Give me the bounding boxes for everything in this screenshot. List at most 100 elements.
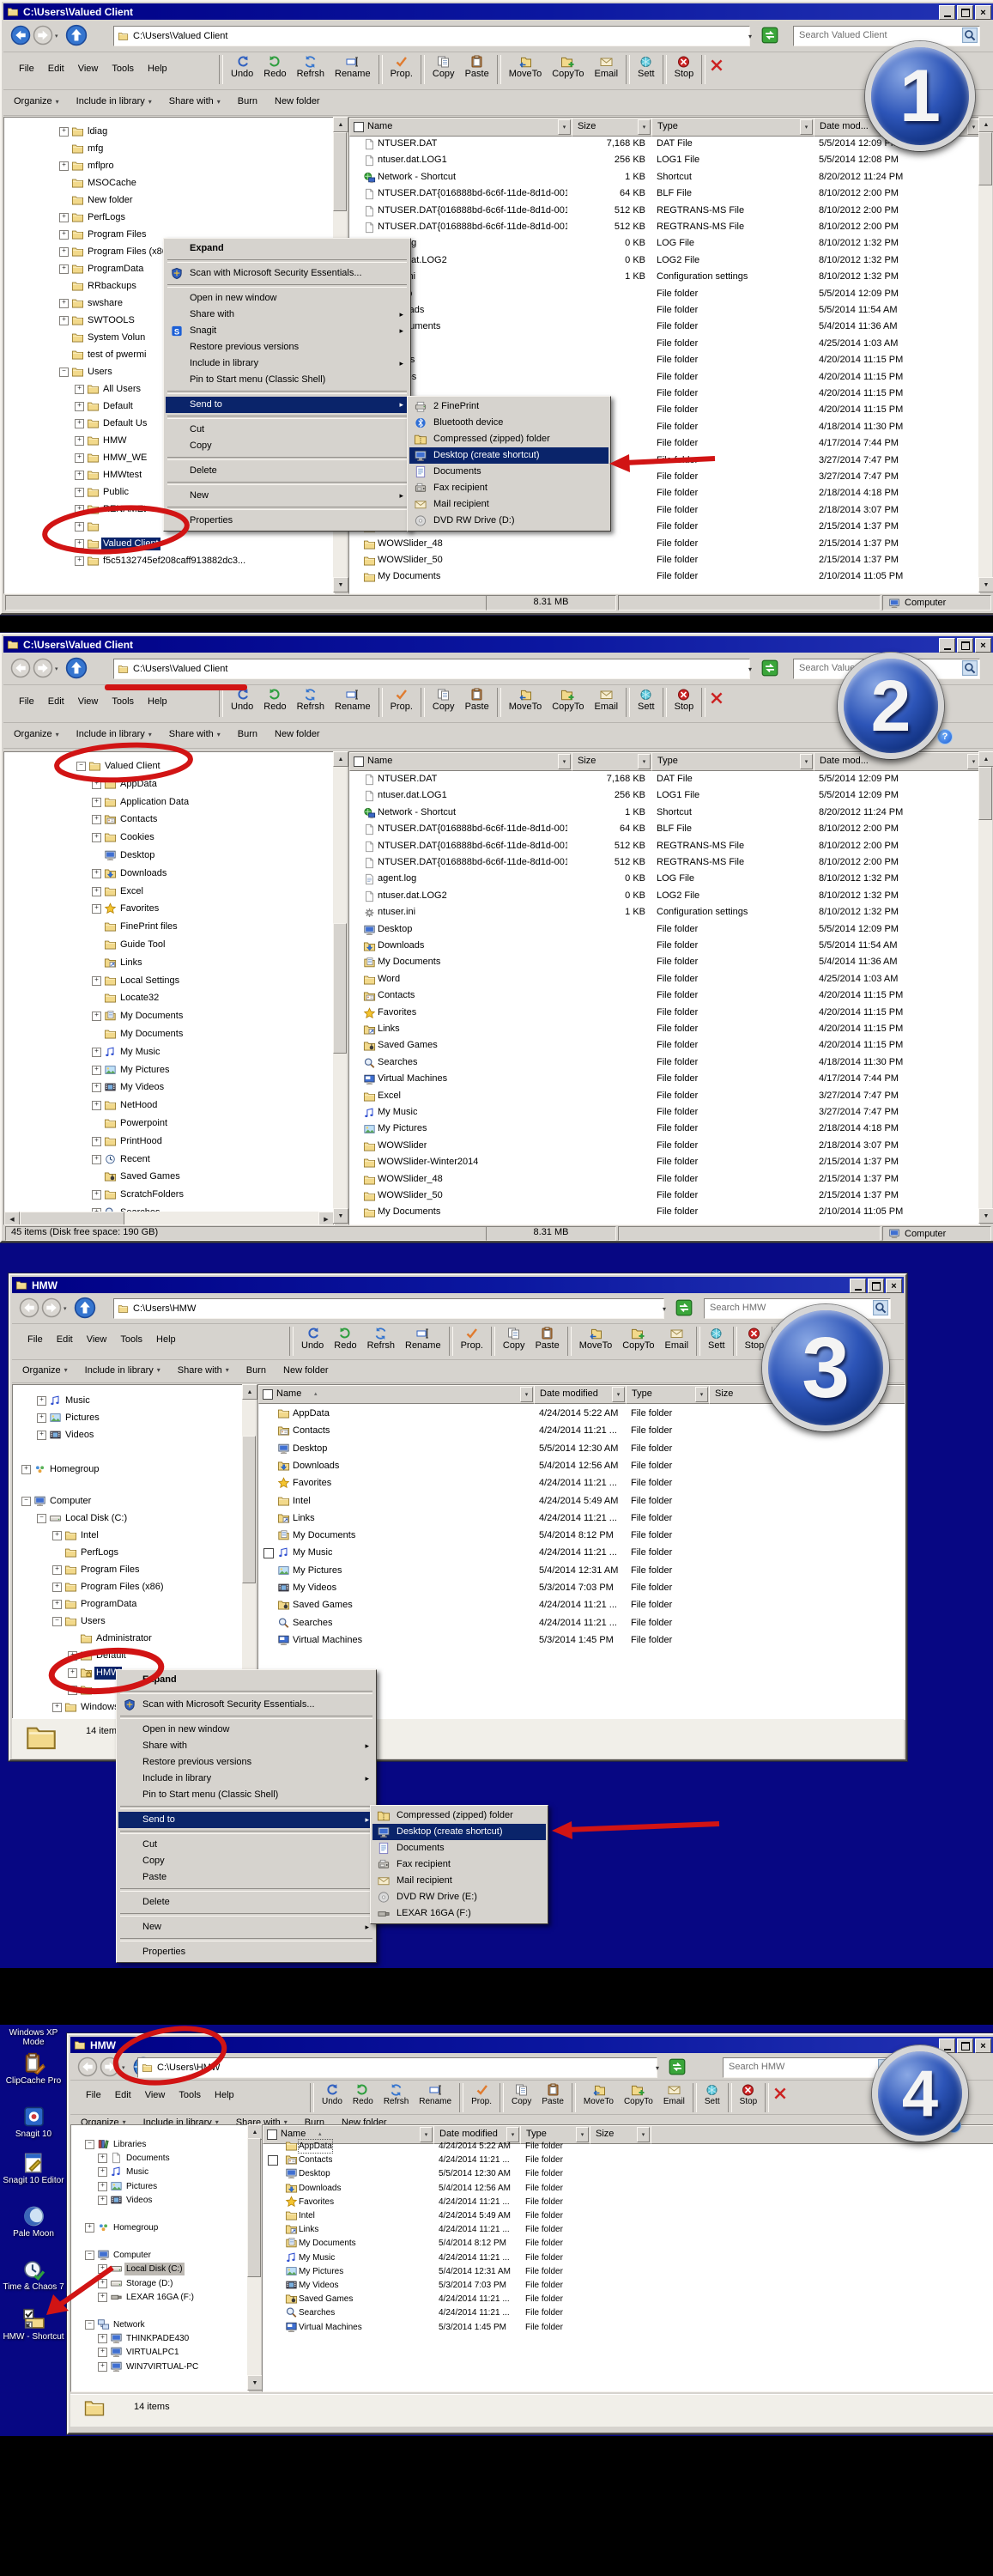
command-new-folder[interactable]: New folder: [275, 729, 320, 739]
column-header-datemodified[interactable]: Date modified▾: [534, 1385, 627, 1404]
tree-expander[interactable]: +: [98, 2196, 107, 2205]
search-icon[interactable]: [961, 660, 978, 676]
tree-expander[interactable]: +: [75, 385, 84, 394]
tree-item-music[interactable]: +Music: [13, 1392, 243, 1409]
tree-item-homegroup[interactable]: +Homegroup: [13, 1461, 243, 1478]
tree-expander[interactable]: −: [85, 2251, 94, 2260]
tree-expander[interactable]: +: [92, 1190, 101, 1200]
tree-expander[interactable]: +: [92, 833, 101, 842]
tree-item-program-files-x86-[interactable]: +Program Files (x86): [13, 1578, 243, 1595]
file-row-network-shortcut[interactable]: Network - Shortcut1 KBShortcut8/20/2012 …: [349, 805, 979, 822]
tree-item-virtualpc1[interactable]: +VIRTUALPC1: [71, 2345, 248, 2359]
minimize-button[interactable]: [939, 5, 955, 20]
tree-item-recent[interactable]: +Recent: [4, 1151, 334, 1169]
column-header-type[interactable]: Type▾: [651, 752, 814, 771]
scroll-down-button[interactable]: ▼: [333, 1208, 348, 1224]
file-row-my-pictures[interactable]: My Pictures5/4/2014 12:31 AMFile folder: [258, 1562, 905, 1580]
menu-help[interactable]: Help: [141, 695, 174, 708]
tree-item-my-documents[interactable]: My Documents: [4, 1025, 334, 1043]
tree-expander[interactable]: +: [68, 1668, 77, 1678]
toolbar-button-rename[interactable]: Rename: [400, 1326, 446, 1351]
file-row-contacts[interactable]: ContactsFile folder4/20/2014 11:15 PM: [349, 987, 979, 1005]
file-row-virtual-machines[interactable]: Virtual Machines5/3/2014 1:45 PMFile fol…: [263, 2320, 993, 2335]
file-row-favorites[interactable]: FavoritesFile folder4/20/2014 11:15 PM: [349, 369, 979, 386]
tree-item-local-disk-c-[interactable]: −Local Disk (C:): [13, 1510, 243, 1527]
column-dropdown-icon[interactable]: ▾: [800, 119, 813, 135]
tree-expander[interactable]: +: [92, 1012, 101, 1021]
menu-item-documents[interactable]: Documents: [409, 464, 609, 480]
file-row-virtual-machines[interactable]: Virtual Machines5/3/2014 1:45 PMFile fol…: [258, 1631, 905, 1649]
desktop-icon-snagit-10[interactable]: Snagit 10: [2, 2105, 65, 2139]
column-dropdown-icon[interactable]: ▾: [612, 1387, 625, 1402]
menu-help[interactable]: Help: [208, 2088, 241, 2102]
menu-item-pin-to-start-menu-classic-shel[interactable]: Pin to Start menu (Classic Shell): [166, 372, 409, 388]
file-row-wowslider-50[interactable]: WOWSlider_50File folder2/15/2014 1:37 PM: [349, 1188, 979, 1205]
tree-expander[interactable]: +: [98, 2334, 107, 2343]
tree-expander[interactable]: +: [59, 264, 69, 274]
tree-scrollbar[interactable]: ▲▼: [333, 751, 347, 1224]
history-dropdown-icon[interactable]: ▾: [64, 1305, 70, 1312]
tree-expander[interactable]: +: [52, 1583, 62, 1592]
scroll-right-button[interactable]: ▶: [318, 1212, 334, 1225]
tree-item-thinkpade430[interactable]: +THINKPADE430: [71, 2331, 248, 2345]
scroll-left-button[interactable]: ◀: [4, 1212, 20, 1225]
tree-item-my-pictures[interactable]: +My Pictures: [4, 1061, 334, 1079]
tree-expander[interactable]: +: [98, 2348, 107, 2357]
forward-button[interactable]: [41, 1297, 62, 1318]
tree-expander[interactable]: +: [75, 522, 84, 532]
history-dropdown-icon[interactable]: ▾: [55, 665, 62, 672]
menu-item-fax-recipient[interactable]: Fax recipient: [372, 1856, 546, 1873]
tree-item-mflpro[interactable]: +mflpro: [4, 157, 334, 174]
menu-item-delete[interactable]: Delete: [166, 463, 409, 479]
search-box[interactable]: Search Valued Client: [793, 26, 980, 46]
scroll-thumb[interactable]: [333, 923, 347, 1054]
file-row-downloads[interactable]: DownloadsFile folder5/5/2014 11:54 AM: [349, 302, 979, 319]
column-dropdown-icon[interactable]: ▾: [520, 1387, 533, 1402]
column-header-name[interactable]: Name▾: [349, 752, 572, 771]
tree-expander[interactable]: +: [92, 1137, 101, 1146]
file-row-my-music[interactable]: My MusicFile folder3/27/2014 7:47 PM: [349, 1104, 979, 1121]
tree-expander[interactable]: +: [68, 1686, 77, 1695]
file-row-my-pictures[interactable]: My PicturesFile folder2/18/2014 4:18 PM: [349, 1121, 979, 1138]
maximize-button[interactable]: [957, 638, 973, 653]
file-row-ntuser-dat-log1[interactable]: ntuser.dat.LOG1256 KBLOG1 File5/5/2014 1…: [349, 787, 979, 805]
menu-view[interactable]: View: [71, 62, 106, 76]
select-all-checkbox[interactable]: [263, 1389, 273, 1400]
menu-edit[interactable]: Edit: [41, 62, 71, 76]
tree-hscrollbar[interactable]: ◀▶: [4, 1212, 334, 1224]
toolbar-button-copy[interactable]: Copy: [506, 2082, 536, 2106]
file-row-contacts[interactable]: Contacts4/24/2014 11:21 ...File folder: [263, 2153, 993, 2167]
tree-expander[interactable]: +: [68, 1651, 77, 1661]
desktop-icon-time-chaos-7[interactable]: Time & Chaos 7: [2, 2258, 65, 2292]
tree-expander[interactable]: −: [59, 368, 69, 377]
tree-item-fineprint-files[interactable]: FinePrint files: [4, 918, 334, 936]
menu-tools[interactable]: Tools: [172, 2088, 208, 2102]
tree-item-homegroup[interactable]: +Homegroup: [71, 2221, 248, 2234]
toolbar-button-paste[interactable]: Paste: [530, 1326, 565, 1351]
tree-item-nethood[interactable]: +NetHood: [4, 1097, 334, 1115]
up-button[interactable]: [65, 657, 88, 679]
tree-item-printhood[interactable]: +PrintHood: [4, 1133, 334, 1151]
tree-item-scratchfolders[interactable]: +ScratchFolders: [4, 1186, 334, 1204]
row-checkbox[interactable]: [263, 1548, 274, 1558]
toolbar-button-redo[interactable]: Redo: [348, 2082, 378, 2106]
tree-expander[interactable]: +: [37, 1396, 46, 1406]
menu-item-desktop-create-shortcut-[interactable]: Desktop (create shortcut): [372, 1824, 546, 1840]
toolbar-button-sett[interactable]: Sett: [633, 687, 660, 712]
column-header-name[interactable]: Name▾: [349, 118, 572, 137]
scroll-down-button[interactable]: ▼: [978, 1208, 993, 1224]
file-row-wowslider-48[interactable]: WOWSlider_48File folder2/15/2014 1:37 PM: [349, 536, 979, 553]
file-row-my-documents[interactable]: My Documents5/4/2014 8:12 PMFile folder: [263, 2236, 993, 2251]
file-row-appdata[interactable]: AppData4/24/2014 5:22 AMFile folder: [263, 2139, 993, 2154]
menu-item-paste[interactable]: Paste: [118, 1869, 374, 1886]
tree-expander[interactable]: −: [76, 762, 86, 771]
forward-button[interactable]: [100, 2057, 120, 2077]
forward-button[interactable]: [33, 658, 53, 678]
file-row-ntuser-dat-016888bd-6c6f-11d[interactable]: NTUSER.DAT{016888bd-6c6f-11de-8d1d-001e0…: [349, 219, 979, 236]
scroll-thumb[interactable]: [333, 132, 347, 211]
column-header-size[interactable]: Size▾: [572, 118, 652, 137]
minimize-button[interactable]: [850, 1279, 866, 1293]
address-field[interactable]: C:\Users\HMW: [113, 1298, 664, 1319]
file-row-ntuser-dat-log2[interactable]: ntuser.dat.LOG20 KBLOG2 File8/10/2012 1:…: [349, 888, 979, 905]
back-button[interactable]: [10, 25, 31, 46]
